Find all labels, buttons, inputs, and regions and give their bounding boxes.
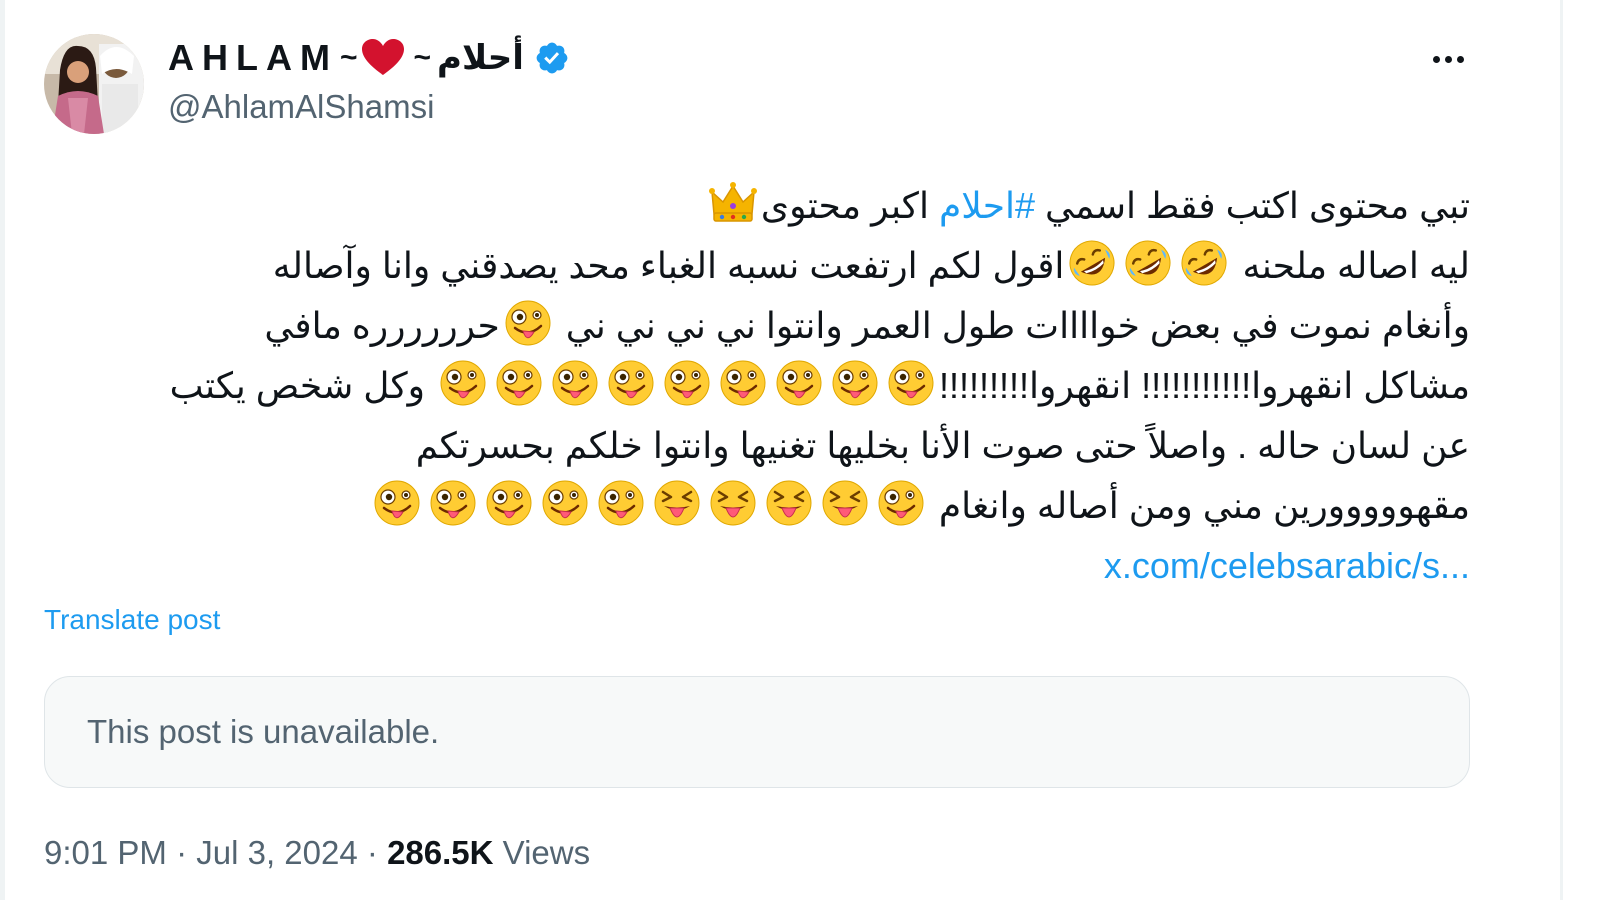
post-metadata: 9:01 PM · Jul 3, 2024 · 286.5K Views bbox=[44, 834, 590, 872]
views-count[interactable]: 286.5K bbox=[387, 834, 493, 871]
zany-face-emoji-icon bbox=[503, 298, 553, 348]
quoted-post-card[interactable]: This post is unavailable. bbox=[44, 676, 1470, 788]
post-line-link: x.com/celebsarabic/s... bbox=[60, 536, 1470, 596]
zany-face-emoji-icon bbox=[540, 478, 590, 528]
post-line-2: ليه اصاله ملحنه اقول لكم ارتفعت نسبه الغ… bbox=[60, 236, 1470, 296]
meta-separator: · bbox=[366, 834, 378, 871]
more-dot-icon bbox=[1432, 55, 1440, 63]
post-line-1: تبي محتوى اكتب فقط اسمي #احلام اكبر محتو… bbox=[60, 176, 1470, 236]
post-line-6: مقهووووورين مني ومن أصاله وانغام bbox=[60, 476, 1470, 536]
zany-face-emoji-icon bbox=[550, 358, 600, 408]
squinting-tongue-emoji-icon bbox=[820, 478, 870, 528]
post-line-5: عن لسان حاله . واصلاً حتى صوت الأنا بخلي… bbox=[415, 425, 1470, 466]
zany-face-emoji-icon bbox=[438, 358, 488, 408]
verified-badge-icon[interactable] bbox=[534, 40, 570, 76]
zany-face-emoji-icon bbox=[484, 478, 534, 528]
more-dot-icon bbox=[1444, 55, 1452, 63]
unavailable-post-message: This post is unavailable. bbox=[87, 713, 440, 750]
post-line-4: مشاكل انقهروا!!!!!!!!!!! انقهروا!!!!!!!!… bbox=[60, 356, 1470, 416]
right-divider bbox=[1560, 0, 1563, 900]
name-separator: ~ bbox=[339, 41, 358, 74]
post-text-segment: مقهووووورين مني ومن أصاله وانغام bbox=[928, 485, 1470, 526]
post-text-segment: اقول لكم ارتفعت نسبه الغباء محد يصدقني و… bbox=[272, 245, 1065, 286]
squinting-tongue-emoji-icon bbox=[708, 478, 758, 528]
post-text-segment: حرررررره مافي bbox=[264, 305, 500, 346]
post-date[interactable]: Jul 3, 2024 bbox=[196, 834, 357, 871]
red-heart-icon bbox=[361, 39, 404, 75]
squinting-tongue-emoji-icon bbox=[764, 478, 814, 528]
author-display-name[interactable]: AHLAM bbox=[168, 37, 338, 79]
zany-face-emoji-icon bbox=[494, 358, 544, 408]
zany-face-emoji-icon bbox=[662, 358, 712, 408]
zany-face-emoji-icon bbox=[774, 358, 824, 408]
left-divider bbox=[0, 0, 5, 900]
rofl-emoji-icon bbox=[1067, 238, 1117, 288]
zany-face-emoji-icon bbox=[718, 358, 768, 408]
zany-face-emoji-icon bbox=[372, 478, 422, 528]
post-text: تبي محتوى اكتب فقط اسمي #احلام اكبر محتو… bbox=[60, 176, 1470, 596]
post-text-segment: تبي محتوى اكتب فقط اسمي bbox=[1035, 185, 1470, 226]
post-container: AHLAM ~ ~ أحلام @AhlamAlShamsi تبي محتوى… bbox=[0, 0, 1600, 900]
hashtag-link[interactable]: #احلام bbox=[939, 185, 1035, 226]
zany-face-emoji-icon bbox=[596, 478, 646, 528]
author-arabic-name[interactable]: أحلام bbox=[437, 38, 524, 78]
author-avatar[interactable] bbox=[44, 34, 144, 134]
squinting-tongue-emoji-icon bbox=[652, 478, 702, 528]
more-options-button[interactable] bbox=[1424, 44, 1472, 74]
post-header: AHLAM ~ ~ أحلام @AhlamAlShamsi bbox=[168, 32, 1368, 134]
post-text-segment: وأنغام نموت في بعض خواااات طول العمر وان… bbox=[555, 305, 1470, 346]
zany-face-emoji-icon bbox=[606, 358, 656, 408]
post-text-segment: اكبر محتوى bbox=[760, 185, 939, 226]
avatar-photo-icon bbox=[44, 34, 144, 134]
zany-face-emoji-icon bbox=[876, 478, 926, 528]
zany-face-emoji-icon bbox=[886, 358, 936, 408]
post-external-link[interactable]: x.com/celebsarabic/s... bbox=[1104, 545, 1470, 586]
rofl-emoji-icon bbox=[1179, 238, 1229, 288]
post-text-segment: ليه اصاله ملحنه bbox=[1232, 245, 1470, 286]
translate-post-link[interactable]: Translate post bbox=[44, 604, 220, 636]
post-line-3: وأنغام نموت في بعض خواااات طول العمر وان… bbox=[60, 296, 1470, 356]
more-dot-icon bbox=[1456, 55, 1464, 63]
views-label: Views bbox=[502, 834, 591, 871]
author-handle[interactable]: @AhlamAlShamsi bbox=[168, 88, 1368, 134]
post-text-segment: وكل شخص يكتب bbox=[169, 365, 436, 406]
zany-face-emoji-icon bbox=[428, 478, 478, 528]
rofl-emoji-icon bbox=[1123, 238, 1173, 288]
crown-emoji-icon bbox=[708, 178, 758, 228]
meta-separator: · bbox=[176, 834, 188, 871]
post-text-segment: مشاكل انقهروا!!!!!!!!!!! انقهروا!!!!!!!!… bbox=[939, 365, 1470, 406]
zany-face-emoji-icon bbox=[830, 358, 880, 408]
author-name-row[interactable]: AHLAM ~ ~ أحلام bbox=[168, 32, 1368, 84]
post-time[interactable]: 9:01 PM bbox=[44, 834, 167, 871]
name-separator: ~ bbox=[413, 41, 432, 74]
